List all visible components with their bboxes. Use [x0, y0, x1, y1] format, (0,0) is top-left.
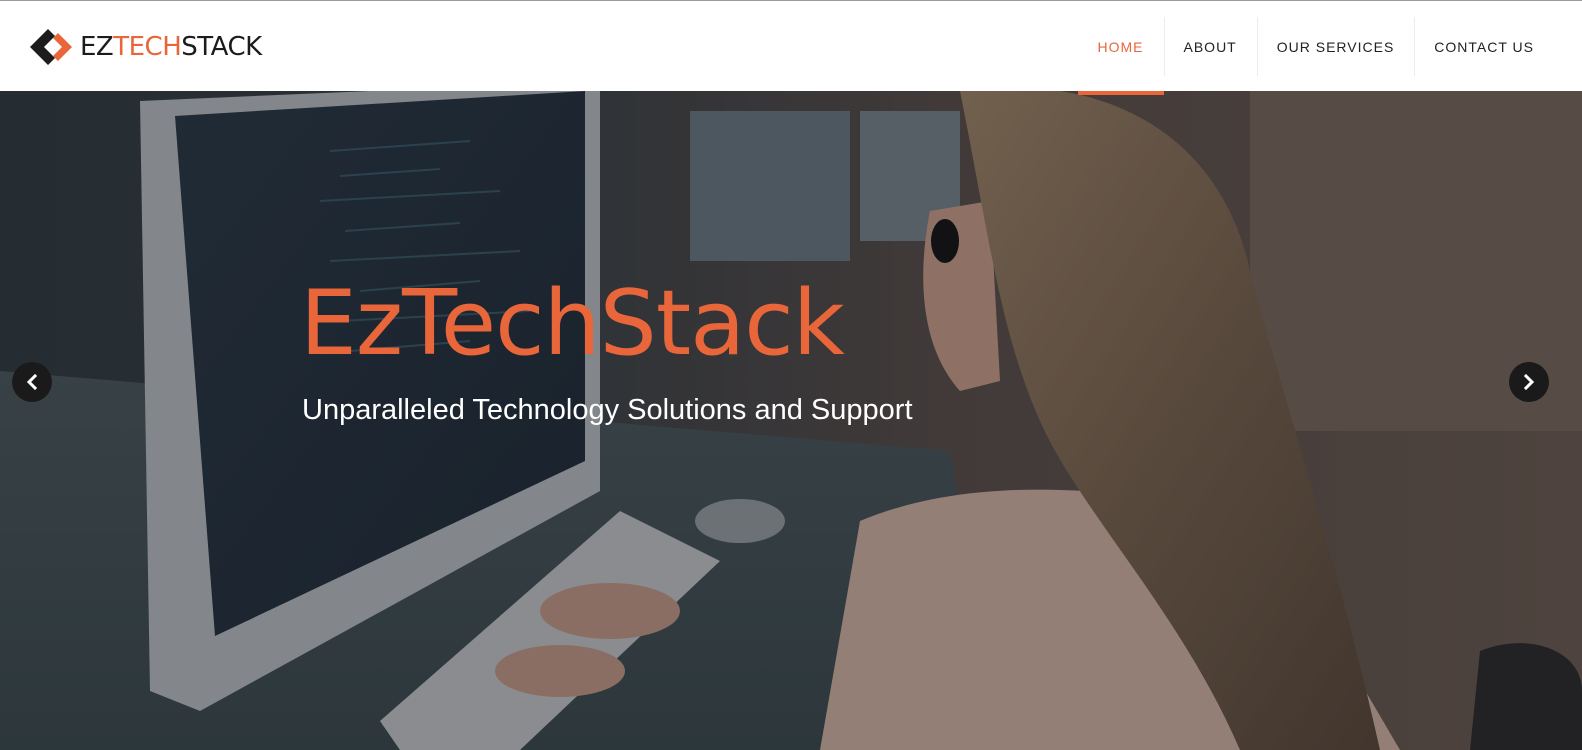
hero-title: EzTechStack — [300, 271, 845, 376]
nav-item-about[interactable]: ABOUT — [1163, 1, 1257, 92]
logo-wordmark: EZTECHSTACK — [80, 32, 262, 62]
logo-chevrons-icon — [30, 29, 72, 65]
chevron-left-icon — [26, 374, 38, 390]
hero-subtitle: Unparalleled Technology Solutions and Su… — [302, 394, 913, 426]
nav-item-contact-us[interactable]: CONTACT US — [1414, 1, 1554, 92]
nav-item-home[interactable]: HOME — [1077, 1, 1164, 95]
site-logo[interactable]: EZTECHSTACK — [28, 27, 262, 67]
chevron-right-icon — [1523, 374, 1535, 390]
site-header: EZTECHSTACK HOME ABOUT OUR SERVICES CONT… — [0, 0, 1582, 95]
nav-item-our-services[interactable]: OUR SERVICES — [1256, 1, 1415, 92]
hero-carousel: EzTechStack Unparalleled Technology Solu… — [0, 91, 1582, 750]
main-nav: HOME ABOUT OUR SERVICES CONTACT US — [1077, 1, 1555, 95]
carousel-prev-button[interactable] — [12, 362, 52, 402]
page: EZTECHSTACK HOME ABOUT OUR SERVICES CONT… — [0, 0, 1582, 750]
carousel-next-button[interactable] — [1509, 362, 1549, 402]
